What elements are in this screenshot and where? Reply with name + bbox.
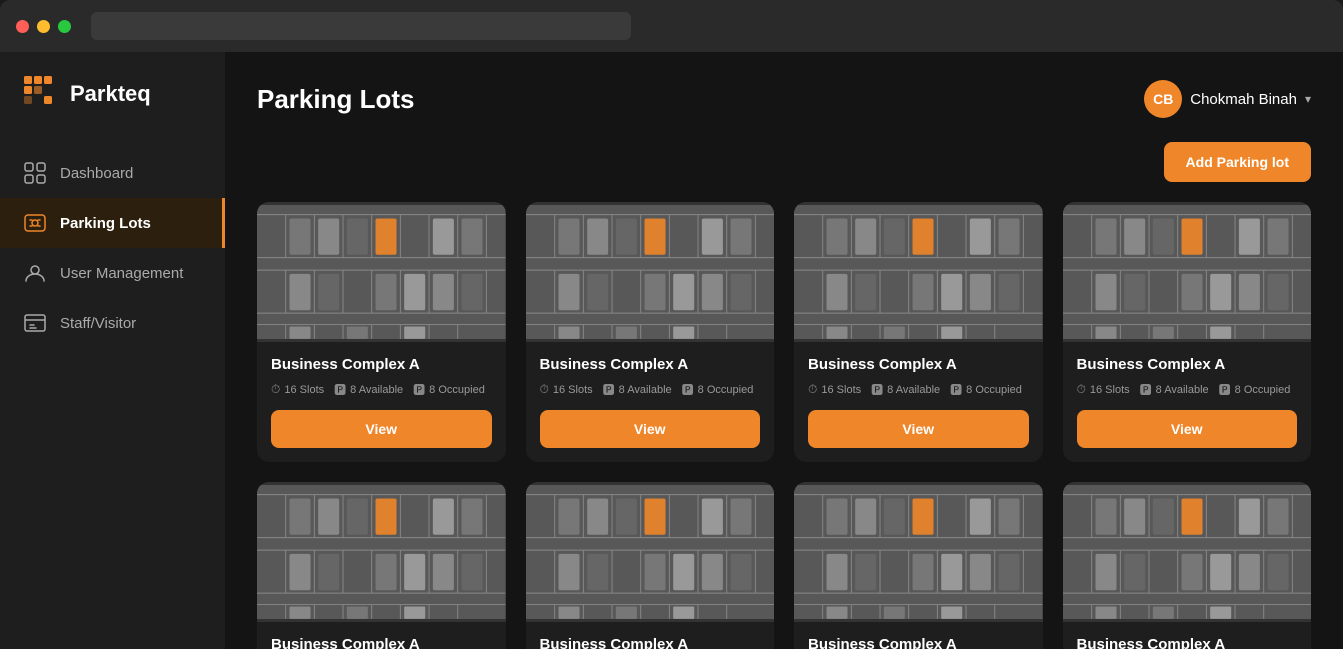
card-stats-2: ⏱ 16 Slots 🅿 8 Available 🅿 8 Occupied — [540, 381, 761, 398]
dashboard-icon — [24, 162, 46, 184]
slot-stat-2: ⏱ 16 Slots — [540, 381, 593, 398]
maximize-button[interactable] — [58, 20, 71, 33]
main-content: Parking Lots CB Chokmah Binah ▾ Add Park… — [225, 52, 1343, 649]
staff-visitor-label: Staff/Visitor — [60, 315, 136, 332]
sidebar-nav: Dashboard Parking Lots User Management — [0, 148, 225, 348]
view-button-3[interactable]: View — [808, 410, 1029, 448]
page-header: Parking Lots CB Chokmah Binah ▾ — [257, 80, 1311, 118]
parking-grid: Business Complex A ⏱ 16 Slots 🅿 8 Availa… — [257, 202, 1311, 649]
parking-card-3: Business Complex A ⏱ 16 Slots 🅿 8 Availa… — [794, 202, 1043, 462]
card-title-1: Business Complex A — [271, 356, 492, 373]
card-image-7 — [794, 482, 1043, 622]
parking-lots-label: Parking Lots — [60, 215, 151, 232]
occupied-icon: 🅿 — [950, 381, 962, 398]
minimize-button[interactable] — [37, 20, 50, 33]
card-image-4 — [1063, 202, 1312, 342]
sidebar-item-parking-lots[interactable]: Parking Lots — [0, 198, 225, 248]
card-body-1: Business Complex A ⏱ 16 Slots 🅿 8 Availa… — [257, 342, 506, 462]
parking-card-6: Business Complex A ⏱ 16 Slots 🅿 8 Availa… — [526, 482, 775, 649]
occupied-stat-4: 🅿 8 Occupied — [1219, 381, 1291, 398]
view-button-2[interactable]: View — [540, 410, 761, 448]
card-image-6 — [526, 482, 775, 622]
slot-icon: ⏱ — [271, 382, 280, 397]
available-stat-3: 🅿 8 Available — [871, 381, 940, 398]
user-management-icon — [24, 262, 46, 284]
user-name: Chokmah Binah — [1190, 91, 1297, 108]
parking-lots-icon — [24, 212, 46, 234]
dashboard-label: Dashboard — [60, 165, 133, 182]
parking-card-1: Business Complex A ⏱ 16 Slots 🅿 8 Availa… — [257, 202, 506, 462]
user-menu[interactable]: CB Chokmah Binah ▾ — [1144, 80, 1311, 118]
card-stats-1: ⏱ 16 Slots 🅿 8 Available 🅿 8 Occupied — [271, 381, 492, 398]
staff-visitor-icon — [24, 312, 46, 334]
parking-card-5: Business Complex A ⏱ 16 Slots 🅿 8 Availa… — [257, 482, 506, 649]
slot-stat-4: ⏱ 16 Slots — [1077, 381, 1130, 398]
slot-stat-3: ⏱ 16 Slots — [808, 381, 861, 398]
occupied-icon: 🅿 — [682, 381, 694, 398]
card-title-5: Business Complex A — [271, 636, 492, 649]
card-body-4: Business Complex A ⏱ 16 Slots 🅿 8 Availa… — [1063, 342, 1312, 462]
card-body-5: Business Complex A ⏱ 16 Slots 🅿 8 Availa… — [257, 622, 506, 649]
card-body-8: Business Complex A ⏱ 16 Slots 🅿 8 Availa… — [1063, 622, 1312, 649]
card-body-3: Business Complex A ⏱ 16 Slots 🅿 8 Availa… — [794, 342, 1043, 462]
card-title-8: Business Complex A — [1077, 636, 1298, 649]
available-icon: 🅿 — [603, 381, 615, 398]
card-title-3: Business Complex A — [808, 356, 1029, 373]
logo: Parkteq — [0, 76, 225, 112]
available-icon: 🅿 — [334, 381, 346, 398]
user-management-label: User Management — [60, 265, 183, 282]
card-image-1 — [257, 202, 506, 342]
card-body-6: Business Complex A ⏱ 16 Slots 🅿 8 Availa… — [526, 622, 775, 649]
occupied-icon: 🅿 — [1219, 381, 1231, 398]
sidebar: Parkteq Dashboard Parkin — [0, 52, 225, 649]
card-image-8 — [1063, 482, 1312, 622]
card-body-2: Business Complex A ⏱ 16 Slots 🅿 8 Availa… — [526, 342, 775, 462]
available-icon: 🅿 — [871, 381, 883, 398]
sidebar-item-staff-visitor[interactable]: Staff/Visitor — [0, 298, 225, 348]
card-title-2: Business Complex A — [540, 356, 761, 373]
parking-card-7: Business Complex A ⏱ 16 Slots 🅿 8 Availa… — [794, 482, 1043, 649]
page-title: Parking Lots — [257, 84, 414, 115]
app-container: Parkteq Dashboard Parkin — [0, 52, 1343, 649]
slot-icon: ⏱ — [540, 382, 549, 397]
view-button-4[interactable]: View — [1077, 410, 1298, 448]
available-stat-4: 🅿 8 Available — [1140, 381, 1209, 398]
card-stats-3: ⏱ 16 Slots 🅿 8 Available 🅿 8 Occupied — [808, 381, 1029, 398]
user-avatar: CB — [1144, 80, 1182, 118]
add-parking-lot-button[interactable]: Add Parking lot — [1164, 142, 1311, 182]
chevron-down-icon: ▾ — [1305, 92, 1311, 106]
card-image-3 — [794, 202, 1043, 342]
card-image-2 — [526, 202, 775, 342]
parking-card-4: Business Complex A ⏱ 16 Slots 🅿 8 Availa… — [1063, 202, 1312, 462]
url-bar[interactable] — [91, 12, 631, 40]
available-stat-1: 🅿 8 Available — [334, 381, 403, 398]
view-button-1[interactable]: View — [271, 410, 492, 448]
occupied-stat-1: 🅿 8 Occupied — [413, 381, 485, 398]
occupied-stat-2: 🅿 8 Occupied — [682, 381, 754, 398]
logo-icon — [24, 76, 60, 112]
parking-card-8: Business Complex A ⏱ 16 Slots 🅿 8 Availa… — [1063, 482, 1312, 649]
card-body-7: Business Complex A ⏱ 16 Slots 🅿 8 Availa… — [794, 622, 1043, 649]
slot-icon: ⏱ — [808, 382, 817, 397]
card-title-7: Business Complex A — [808, 636, 1029, 649]
sidebar-item-user-management[interactable]: User Management — [0, 248, 225, 298]
available-icon: 🅿 — [1140, 381, 1152, 398]
slot-stat-1: ⏱ 16 Slots — [271, 381, 324, 398]
available-stat-2: 🅿 8 Available — [603, 381, 672, 398]
card-title-6: Business Complex A — [540, 636, 761, 649]
occupied-icon: 🅿 — [413, 381, 425, 398]
slot-icon: ⏱ — [1077, 382, 1086, 397]
occupied-stat-3: 🅿 8 Occupied — [950, 381, 1022, 398]
sidebar-item-dashboard[interactable]: Dashboard — [0, 148, 225, 198]
parking-card-2: Business Complex A ⏱ 16 Slots 🅿 8 Availa… — [526, 202, 775, 462]
card-title-4: Business Complex A — [1077, 356, 1298, 373]
close-button[interactable] — [16, 20, 29, 33]
card-stats-4: ⏱ 16 Slots 🅿 8 Available 🅿 8 Occupied — [1077, 381, 1298, 398]
title-bar — [0, 0, 1343, 52]
logo-text: Parkteq — [70, 81, 151, 107]
card-image-5 — [257, 482, 506, 622]
